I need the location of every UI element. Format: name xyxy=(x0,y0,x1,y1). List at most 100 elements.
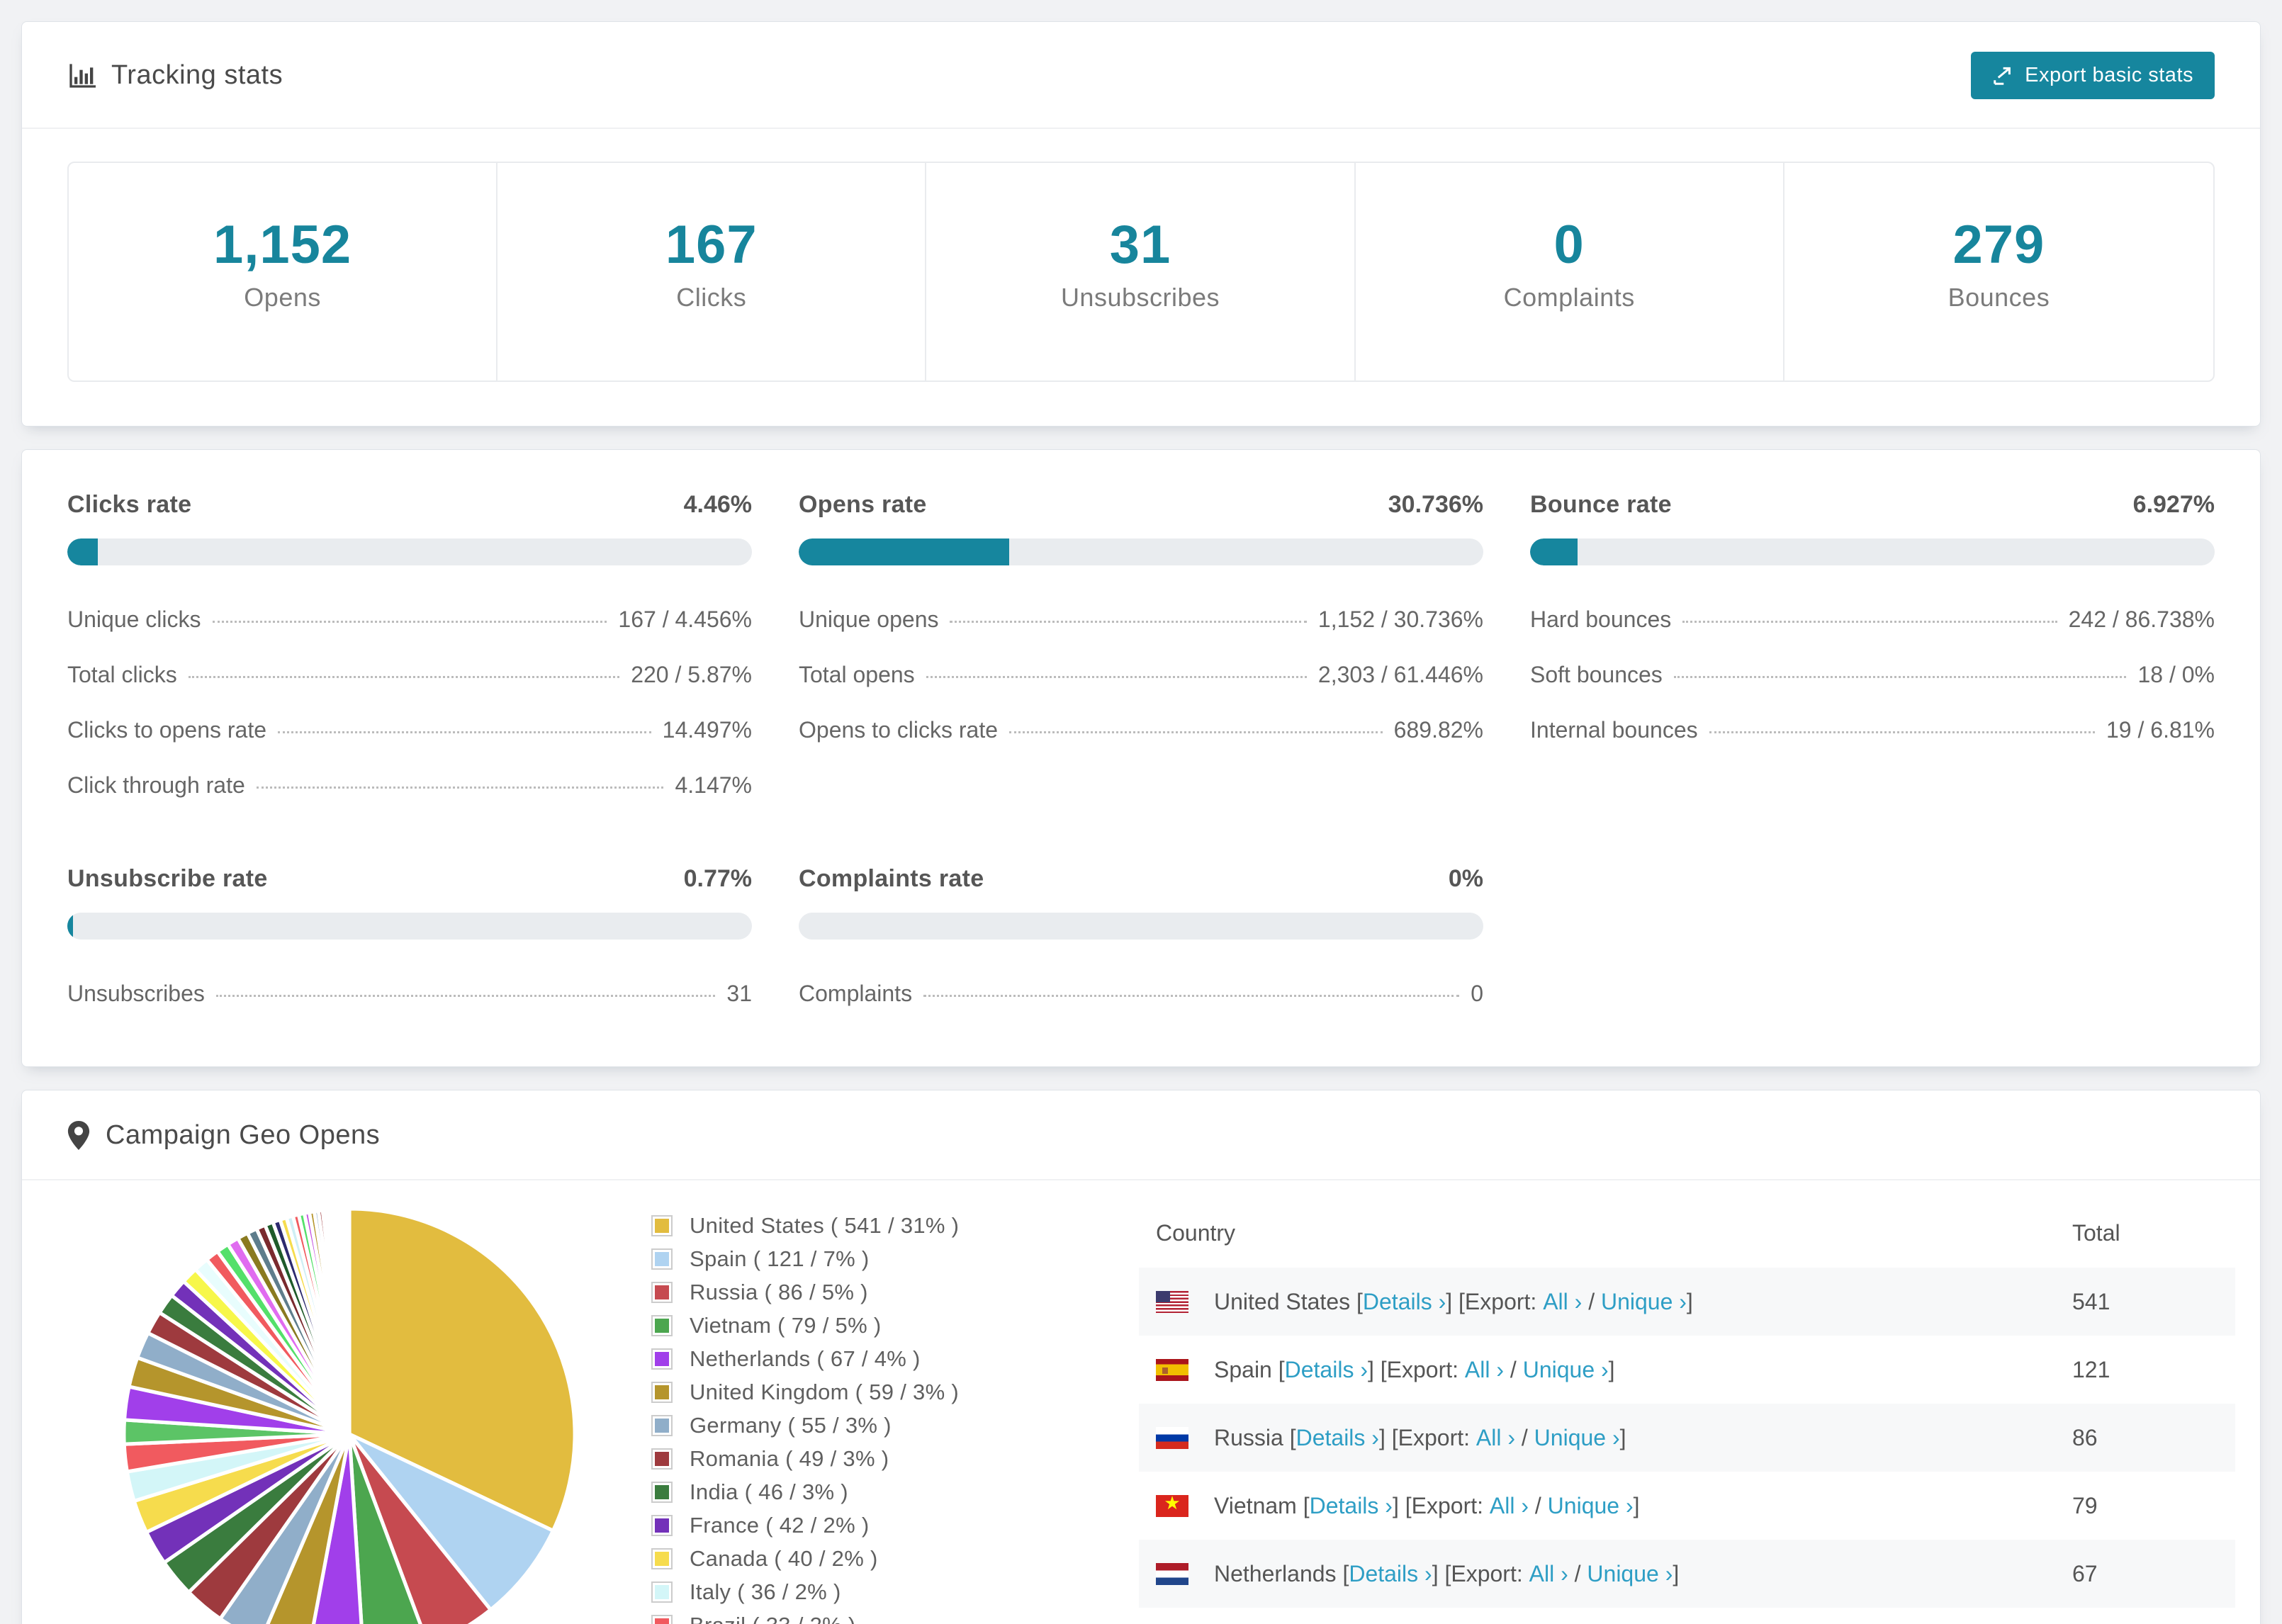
unsubscribe-rate-panel: Unsubscribe rate 0.77% Unsubscribes 31 xyxy=(67,865,752,1017)
rate-row: Click through rate 4.147% xyxy=(67,762,752,808)
flag-es xyxy=(1156,1358,1188,1381)
rate-row-label: Complaints xyxy=(799,981,913,1006)
stat-opens-label: Opens xyxy=(244,283,321,312)
legend-swatch xyxy=(653,1383,671,1402)
rate-row-value: 242 / 86.738% xyxy=(2068,607,2215,632)
legend-item: Canada ( 40 / 2% ) xyxy=(651,1546,1111,1572)
clicks-rate-bar-track xyxy=(67,538,752,565)
legend-item: Spain ( 121 / 7% ) xyxy=(651,1246,1111,1272)
all-link[interactable]: All › xyxy=(1529,1561,1568,1587)
export-button-label: Export basic stats xyxy=(2025,64,2193,86)
legend-label: Romania ( 49 / 3% ) xyxy=(690,1446,889,1471)
unique-link[interactable]: Unique › xyxy=(1534,1425,1620,1451)
rate-row: Complaints 0 xyxy=(799,971,1483,1017)
legend-label: Italy ( 36 / 2% ) xyxy=(690,1579,841,1604)
all-link[interactable]: All › xyxy=(1476,1425,1515,1451)
unique-link[interactable]: Unique › xyxy=(1601,1289,1687,1315)
legend-label: Netherlands ( 67 / 4% ) xyxy=(690,1346,921,1371)
details-link[interactable]: Details › xyxy=(1349,1561,1432,1587)
bounce-rate-bar-fill xyxy=(1530,538,1578,565)
geo-table-row: Vietnam [Details ›] [Export: All › / Uni… xyxy=(1139,1472,2235,1540)
bar-chart-icon xyxy=(69,63,96,88)
legend-label: France ( 42 / 2% ) xyxy=(690,1513,870,1538)
bounce-rate-title: Bounce rate xyxy=(1530,491,1672,518)
details-link[interactable]: Details › xyxy=(1296,1425,1379,1451)
dotted-leader xyxy=(215,995,716,997)
geo-table-row: Netherlands [Details ›] [Export: All › /… xyxy=(1139,1540,2235,1608)
legend-item: Netherlands ( 67 / 4% ) xyxy=(651,1346,1111,1372)
flag-us xyxy=(1156,1290,1188,1313)
rate-row-value: 18 / 0% xyxy=(2137,662,2215,687)
legend-swatch xyxy=(653,1583,671,1601)
rate-row-label: Soft bounces xyxy=(1530,662,1663,687)
rate-row: Soft bounces 18 / 0% xyxy=(1530,652,2215,698)
dotted-leader xyxy=(1009,731,1383,733)
all-link[interactable]: All › xyxy=(1543,1289,1582,1315)
legend-item: France ( 42 / 2% ) xyxy=(651,1513,1111,1538)
rate-row-value: 31 xyxy=(726,981,752,1006)
tracking-stats-title-text: Tracking stats xyxy=(111,60,283,90)
flag-ru xyxy=(1156,1426,1188,1449)
rate-row: Clicks to opens rate 14.497% xyxy=(67,707,752,753)
all-link[interactable]: All › xyxy=(1490,1493,1529,1519)
dotted-leader xyxy=(950,621,1307,623)
opens-rate-panel: Opens rate 30.736% Unique opens 1,152 / 3… xyxy=(799,491,1483,808)
rate-row: Opens to clicks rate 689.82% xyxy=(799,707,1483,753)
total-cell: 86 xyxy=(2072,1424,2098,1450)
country-cell: Russia [Details ›] [Export: All › / Uniq… xyxy=(1156,1425,2072,1451)
geo-table-row: Russia [Details ›] [Export: All › / Uniq… xyxy=(1139,1404,2235,1472)
stat-clicks-value: 167 xyxy=(665,215,758,275)
details-link[interactable]: Details › xyxy=(1285,1357,1368,1383)
legend-item: India ( 46 / 3% ) xyxy=(651,1479,1111,1505)
clicks-rate-title: Clicks rate xyxy=(67,491,192,518)
country-name: Spain xyxy=(1214,1356,1278,1382)
unsubscribe-rate-bar-fill xyxy=(67,913,73,940)
unique-link[interactable]: Unique › xyxy=(1548,1493,1634,1519)
unique-link[interactable]: Unique › xyxy=(1523,1357,1609,1383)
legend-label: United Kingdom ( 59 / 3% ) xyxy=(690,1380,959,1404)
legend-swatch xyxy=(653,1483,671,1501)
dotted-leader xyxy=(926,676,1307,678)
legend-item: Vietnam ( 79 / 5% ) xyxy=(651,1313,1111,1338)
opens-rate-title: Opens rate xyxy=(799,491,927,518)
rate-row-label: Internal bounces xyxy=(1530,717,1698,743)
stat-clicks-label: Clicks xyxy=(676,283,747,312)
unsubscribe-rate-bar-track xyxy=(67,913,752,940)
legend-swatch xyxy=(653,1316,671,1335)
legend-item: United Kingdom ( 59 / 3% ) xyxy=(651,1380,1111,1405)
geo-content: United States ( 541 / 31% ) Spain ( 121 /… xyxy=(22,1180,2260,1624)
unsubscribe-rate-value: 0.77% xyxy=(683,865,752,892)
rate-row-value: 167 / 4.456% xyxy=(618,607,752,632)
geo-title-text: Campaign Geo Opens xyxy=(106,1120,381,1150)
legend-label: Spain ( 121 / 7% ) xyxy=(690,1246,870,1271)
rate-row: Unsubscribes 31 xyxy=(67,971,752,1017)
geo-title: Campaign Geo Opens xyxy=(67,1120,380,1151)
legend-label: United States ( 541 / 31% ) xyxy=(690,1213,960,1238)
legend-label: Canada ( 40 / 2% ) xyxy=(690,1546,878,1571)
geo-legend: United States ( 541 / 31% ) Spain ( 121 /… xyxy=(651,1213,1111,1624)
rate-row-value: 19 / 6.81% xyxy=(2106,717,2215,743)
legend-swatch xyxy=(653,1283,671,1302)
rate-row-label: Unique clicks xyxy=(67,607,201,632)
dotted-leader xyxy=(278,731,651,733)
rate-row-value: 4.147% xyxy=(675,772,752,798)
rate-row-value: 689.82% xyxy=(1393,717,1483,743)
geo-header: Campaign Geo Opens xyxy=(22,1090,2260,1179)
bounce-rate-panel: Bounce rate 6.927% Hard bounces 242 / 86.… xyxy=(1530,491,2215,808)
unique-link[interactable]: Unique › xyxy=(1587,1561,1673,1587)
export-basic-stats-button[interactable]: Export basic stats xyxy=(1971,52,2215,99)
details-link[interactable]: Details › xyxy=(1310,1493,1393,1519)
details-link[interactable]: Details › xyxy=(1363,1289,1446,1315)
stat-unsubscribes-value: 31 xyxy=(1109,215,1171,275)
stat-opens: 1,152 Opens xyxy=(69,163,498,380)
geo-table-body: United States [Details ›] [Export: All ›… xyxy=(1139,1268,2235,1624)
summary-stats-box: 1,152 Opens 167 Clicks 31 Unsubscribes 0… xyxy=(67,162,2215,382)
stat-bounces-label: Bounces xyxy=(1947,283,2050,312)
all-link[interactable]: All › xyxy=(1465,1357,1504,1383)
country-name: Netherlands xyxy=(1214,1560,1343,1586)
stat-unsubscribes-label: Unsubscribes xyxy=(1060,283,1220,312)
campaign-geo-opens-card: Campaign Geo Opens United States ( 541 /… xyxy=(21,1090,2261,1624)
rate-row-label: Unique opens xyxy=(799,607,939,632)
stat-complaints-label: Complaints xyxy=(1503,283,1635,312)
rate-row: Unique clicks 167 / 4.456% xyxy=(67,597,752,643)
